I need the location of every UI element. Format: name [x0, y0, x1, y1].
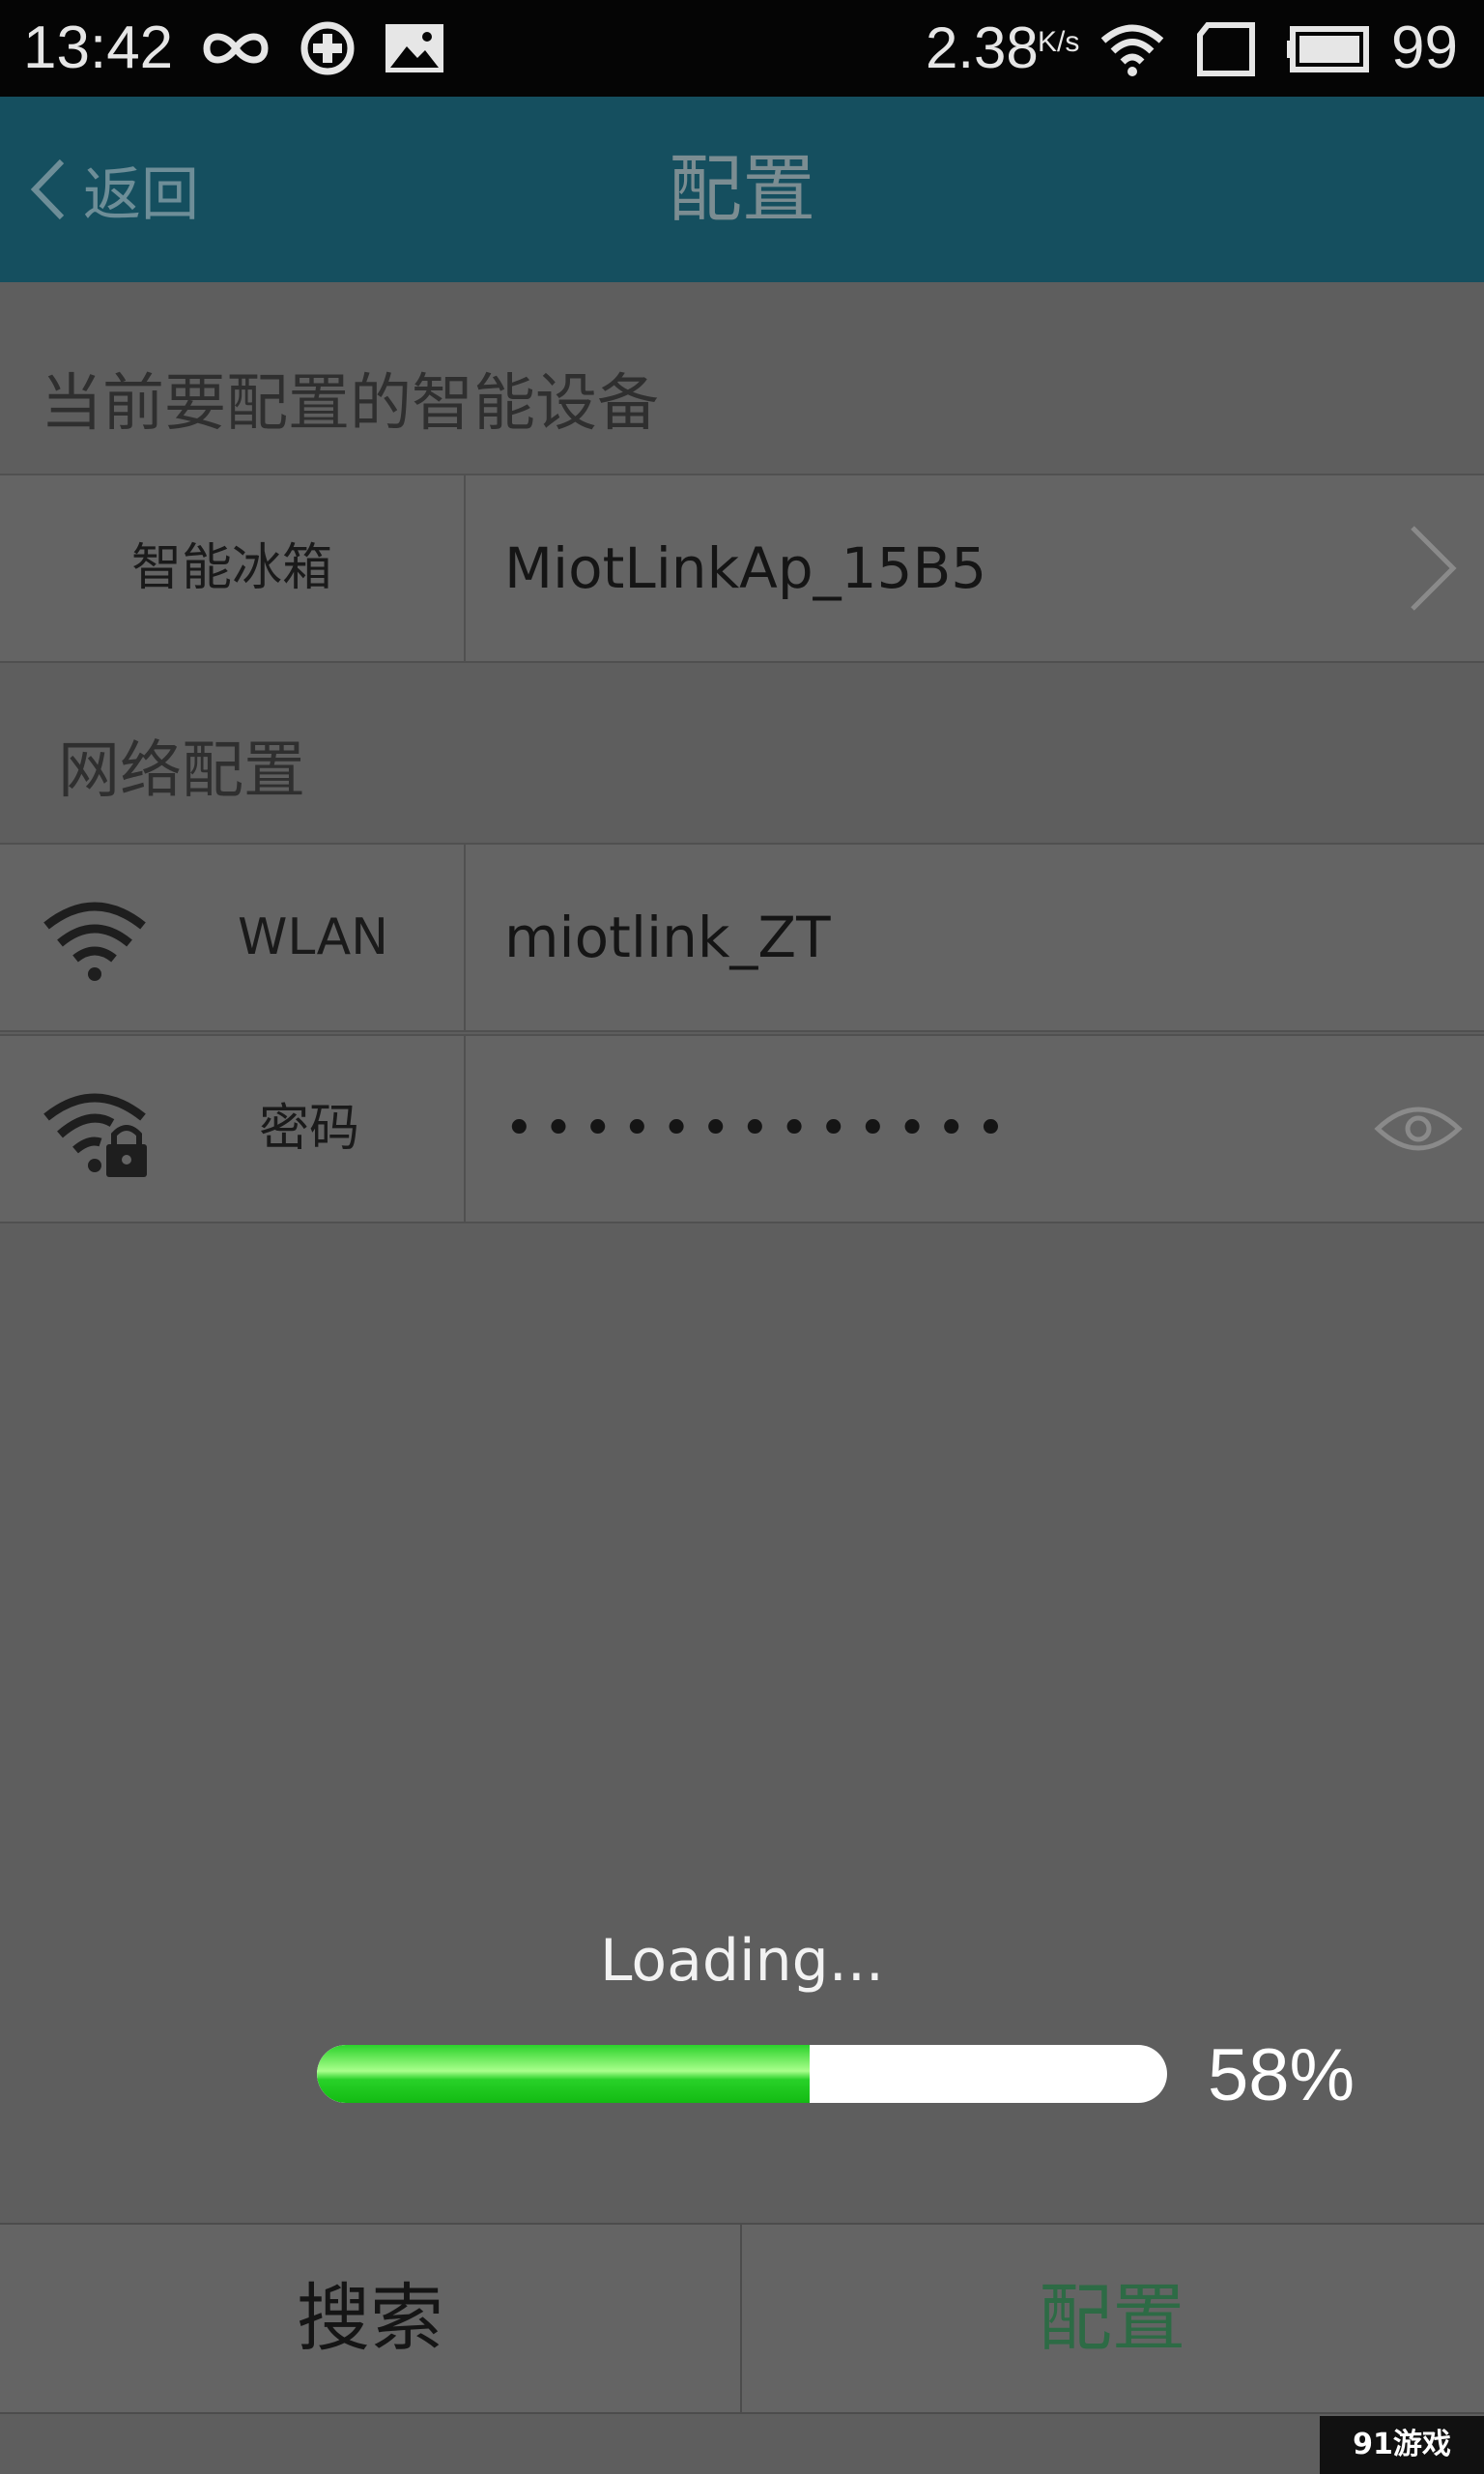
image-icon	[385, 24, 443, 72]
wlan-row[interactable]: WLAN miotlink_ZT	[0, 843, 1484, 1032]
battery-level: 99	[1391, 14, 1458, 81]
sim-card-icon	[1197, 22, 1255, 76]
chevron-right-icon	[1411, 526, 1457, 611]
search-button[interactable]: 搜索	[0, 2225, 740, 2412]
row-divider	[464, 1036, 466, 1222]
app-header: 配置 返回	[0, 97, 1484, 282]
sync-icon	[300, 21, 355, 75]
chevron-left-icon	[30, 158, 65, 220]
loading-text: Loading...	[600, 1927, 884, 1995]
network-speed: 2.38	[926, 15, 1039, 80]
network-section-title: 网络配置	[58, 735, 305, 807]
row-divider	[464, 845, 466, 1030]
progress-bar	[317, 2045, 1167, 2103]
progress-percent: 58%	[1208, 2034, 1356, 2116]
back-label: 返回	[83, 160, 199, 229]
device-row[interactable]: 智能冰箱 MiotLinkAp_15B5	[0, 474, 1484, 663]
device-type-label: 智能冰箱	[130, 539, 332, 597]
device-ap-name: MiotLinkAp_15B5	[504, 535, 987, 601]
wifi-icon	[1100, 24, 1164, 76]
device-section-title: 当前要配置的智能设备	[41, 368, 659, 440]
network-speed-unit: K/s	[1038, 26, 1080, 58]
row-divider	[464, 475, 466, 661]
back-button[interactable]: 返回	[29, 149, 199, 230]
password-label: 密码	[259, 1100, 360, 1158]
password-row[interactable]: 密码 •••••••••••••	[0, 1034, 1484, 1223]
wlan-ssid-input[interactable]: miotlink_ZT	[504, 845, 831, 1030]
watermark-logo: 91游戏	[1320, 2416, 1484, 2474]
battery-icon	[1287, 26, 1369, 72]
page-title: 配置	[669, 146, 815, 232]
wifi-icon	[43, 902, 146, 981]
wifi-lock-icon	[43, 1093, 147, 1177]
progress-bar-fill	[317, 2045, 811, 2103]
status-bar: 13:42 2.38 K/s 99	[0, 0, 1484, 97]
infinity-icon	[203, 33, 269, 64]
eye-icon[interactable]	[1374, 1096, 1463, 1162]
wlan-label: WLAN	[238, 908, 389, 966]
config-button[interactable]: 配置	[742, 2225, 1482, 2412]
password-input[interactable]: •••••••••••••	[504, 1036, 1015, 1222]
status-time: 13:42	[23, 14, 174, 81]
bottom-action-bar: 搜索 配置	[0, 2223, 1484, 2414]
